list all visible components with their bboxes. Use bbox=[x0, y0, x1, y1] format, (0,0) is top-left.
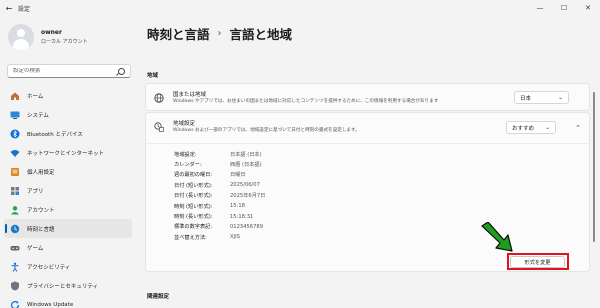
list-item: 時刻 (短い形式): 15:18 bbox=[174, 203, 245, 210]
sidebar-item-label: Windows Update bbox=[27, 301, 74, 308]
sidebar-item-apps[interactable]: アプリ bbox=[4, 181, 132, 200]
update-icon bbox=[10, 300, 20, 308]
regional-format-value: おすすめ bbox=[512, 125, 535, 132]
profile-name: owner bbox=[41, 29, 62, 36]
sidebar-item-network[interactable]: ネットワークとインターネット bbox=[4, 143, 132, 162]
sidebar-item-label: プライバシーとセキュリティ bbox=[27, 283, 99, 290]
list-item: 標準の数字表記: 0123456789 bbox=[174, 223, 264, 231]
regional-format-description: Windows および一部のアプリでは、地域設定に基づいて日付と時刻の書式を設定… bbox=[173, 128, 360, 133]
sidebar-item-label: アクセシビリティ bbox=[27, 264, 71, 271]
page-title: 言語と地域 bbox=[229, 27, 293, 42]
sidebar-item-accounts[interactable]: アカウント bbox=[4, 200, 132, 219]
close-icon[interactable]: ✕ bbox=[576, 0, 600, 16]
home-icon bbox=[10, 91, 20, 101]
sidebar-item-label: ネットワークとインターネット bbox=[27, 150, 105, 157]
country-region-title: 国または地域 bbox=[173, 92, 207, 98]
person-icon bbox=[10, 205, 20, 215]
globe-icon bbox=[154, 93, 164, 103]
profile-account-type: ローカル アカウント bbox=[41, 39, 88, 45]
bluetooth-icon bbox=[10, 129, 20, 139]
sidebar-item-label: システム bbox=[27, 112, 49, 119]
back-arrow-icon[interactable]: ← bbox=[0, 0, 18, 16]
sidebar-item-label: Bluetooth とデバイス bbox=[27, 131, 83, 138]
gamepad-icon bbox=[10, 243, 20, 253]
sidebar-item-label: 時刻と言語 bbox=[27, 226, 55, 233]
clock-globe-icon bbox=[10, 224, 20, 234]
country-region-dropdown[interactable]: 日本 ⌄ bbox=[514, 91, 569, 104]
avatar bbox=[8, 24, 34, 50]
sidebar-item-home[interactable]: ホーム bbox=[4, 86, 132, 105]
accessibility-icon bbox=[10, 262, 20, 272]
breadcrumb-parent[interactable]: 時刻と言語 bbox=[147, 24, 210, 43]
sidebar-item-windows-update[interactable]: Windows Update bbox=[4, 295, 132, 308]
chevron-down-icon: ⌄ bbox=[557, 94, 563, 101]
sidebar-item-label: 個人用設定 bbox=[27, 169, 55, 176]
window-controls: — ☐ ✕ bbox=[528, 0, 600, 16]
highlight-box bbox=[507, 253, 569, 270]
country-region-description: Windows やアプリでは、お住まいの国または地域に対応したコンテンツを提供す… bbox=[173, 99, 439, 104]
list-item: 週の最初の曜日: 日曜日 bbox=[174, 172, 246, 179]
regional-format-card: 地域設定 Windows および一部のアプリでは、地域設定に基づいて日付と時刻の… bbox=[145, 112, 590, 272]
search-input[interactable] bbox=[13, 68, 118, 74]
chevron-down-icon: ⌄ bbox=[544, 124, 550, 131]
search-box[interactable] bbox=[7, 64, 131, 78]
sidebar-item-system[interactable]: システム bbox=[4, 105, 132, 124]
window-title: 設定 bbox=[18, 5, 31, 13]
search-icon[interactable] bbox=[118, 67, 125, 75]
sidebar-item-label: アカウント bbox=[27, 207, 55, 214]
regional-format-dropdown[interactable]: おすすめ ⌄ bbox=[506, 121, 556, 134]
list-item: 並べ替え方法: XJIS bbox=[174, 234, 240, 241]
monitor-icon bbox=[10, 110, 20, 120]
sidebar-item-label: ゲーム bbox=[27, 245, 44, 252]
country-region-value: 日本 bbox=[520, 95, 532, 102]
divider bbox=[146, 143, 589, 144]
sidebar-item-bluetooth[interactable]: Bluetooth とデバイス bbox=[4, 124, 132, 143]
sidebar-nav: ホーム システム Bluetooth とデバイス ネットワークとインターネット … bbox=[4, 86, 132, 308]
wifi-icon bbox=[10, 148, 20, 158]
regional-format-icon bbox=[154, 122, 164, 132]
chevron-right-icon: › bbox=[217, 28, 222, 39]
sidebar: owner ローカル アカウント ホーム システム Bluetooth とデバイ… bbox=[0, 16, 140, 308]
list-item: カレンダー: 西暦 (日本語) bbox=[174, 162, 262, 169]
section-title-related: 関連設定 bbox=[147, 294, 170, 300]
title-bar: ← 設定 — ☐ ✕ bbox=[0, 0, 600, 16]
shield-icon bbox=[10, 281, 20, 291]
sidebar-item-label: アプリ bbox=[27, 188, 44, 195]
apps-icon bbox=[10, 186, 20, 196]
list-item: 日付 (短い形式): 2025/06/07 bbox=[174, 182, 260, 189]
breadcrumb: 時刻と言語 › 言語と地域 bbox=[147, 24, 292, 43]
regional-format-title: 地域設定 bbox=[173, 121, 196, 127]
regional-format-details: 地域設定: 日本語 (日本) カレンダー: 西暦 (日本語) 週の最初の曜日: 日曜日… bbox=[174, 149, 265, 243]
sidebar-item-time-language[interactable]: 時刻と言語 bbox=[4, 219, 132, 238]
sidebar-item-gaming[interactable]: ゲーム bbox=[4, 238, 132, 257]
user-profile[interactable]: owner ローカル アカウント bbox=[8, 24, 88, 50]
chevron-up-icon[interactable]: ⌃ bbox=[572, 122, 584, 134]
sidebar-item-label: ホーム bbox=[27, 93, 44, 100]
minimize-icon[interactable]: — bbox=[528, 0, 552, 16]
sidebar-item-privacy[interactable]: プライバシーとセキュリティ bbox=[4, 276, 132, 295]
green-arrow-icon bbox=[481, 222, 513, 252]
sidebar-item-accessibility[interactable]: アクセシビリティ bbox=[4, 257, 132, 276]
list-item: 日付 (長い形式): 2025年6月7日 bbox=[174, 193, 266, 200]
brush-icon bbox=[10, 167, 20, 177]
scrollbar[interactable] bbox=[593, 92, 595, 242]
section-title-region: 地域 bbox=[147, 73, 159, 79]
sidebar-item-personalization[interactable]: 個人用設定 bbox=[4, 162, 132, 181]
list-item: 時刻 (長い形式): 15:18:31 bbox=[174, 213, 254, 221]
list-item: 地域設定: 日本語 (日本) bbox=[174, 151, 262, 158]
maximize-icon[interactable]: ☐ bbox=[552, 0, 576, 16]
country-region-card: 国または地域 Windows やアプリでは、お住まいの国または地域に対応したコン… bbox=[145, 83, 590, 111]
